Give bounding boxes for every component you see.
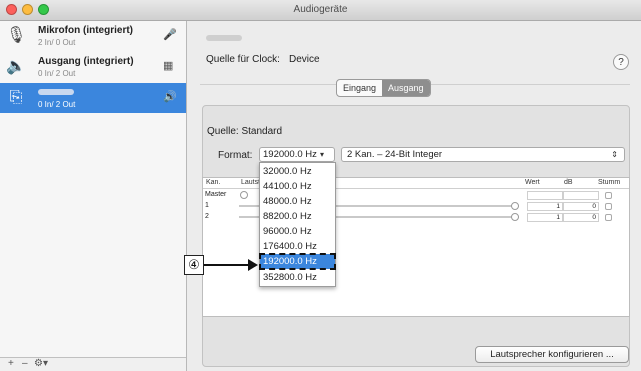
format-option[interactable]: 176400.0 Hz [260,239,335,254]
io-tabs: Eingang Ausgang [336,79,431,97]
callout-arrow-line [204,264,250,266]
device-name-redacted [38,89,74,95]
format-option[interactable]: 32000.0 Hz [260,164,335,179]
format-option[interactable]: 48000.0 Hz [260,194,335,209]
col-db: dB [564,179,573,186]
format-option[interactable]: 352800.0 Hz [260,270,335,285]
format-label: Format: [218,150,253,161]
microphone-icon: 🎙 [6,27,27,44]
remove-device-button[interactable]: – [22,358,28,369]
channel-1-mute-checkbox[interactable] [605,203,612,210]
col-kan: Kan. [206,179,221,186]
gear-icon[interactable]: ⚙▾ [34,358,48,369]
format-select[interactable]: 192000.0 Hz ▾ [259,147,335,162]
add-device-button[interactable]: + [8,358,14,369]
help-button[interactable]: ? [613,54,629,70]
volume-icon: 🔊 [163,91,177,103]
callout-arrow-icon [248,259,258,271]
master-mute-checkbox[interactable] [605,192,612,199]
clock-source-value[interactable]: Device [289,54,320,65]
usb-icon: ⎘ [9,89,23,106]
channel-format-select[interactable]: 2 Kan. – 24-Bit Integer ⇕ [341,147,625,162]
select-arrows-icon: ⇕ [611,150,618,159]
device-title-redacted [206,35,242,41]
title-bar: Audiogeräte [0,0,641,21]
master-db-field[interactable] [563,191,599,200]
format-option-selected[interactable]: 192000.0 Hz [259,253,336,270]
row-label: Master [205,191,227,198]
format-option[interactable]: 88200.0 Hz [260,209,335,224]
device-name: Mikrofon (integriert) [38,25,133,36]
device-item-microphone[interactable]: 🎙 Mikrofon (integriert) 2 In/ 0 Out 🎤 [0,21,186,51]
device-io: 0 In/ 2 Out [38,100,76,109]
callout-number: ④ [184,255,204,275]
row-label: 2 [205,213,209,220]
channel-2-mute-checkbox[interactable] [605,214,612,221]
microphone-small-icon: 🎤 [163,29,177,41]
tab-ausgang[interactable]: Ausgang [382,80,430,96]
device-item-usb[interactable]: ⎘ 0 In/ 2 Out 🔊 [0,83,186,113]
audio-devices-window: Audiogeräte 🎙 Mikrofon (integriert) 2 In… [0,0,641,371]
format-dropdown-menu: 32000.0 Hz 44100.0 Hz 48000.0 Hz 88200.0… [259,162,336,287]
channel-1-value-field[interactable]: 1 [527,202,563,211]
source-row: Quelle: Standard [207,126,282,137]
format-option[interactable]: 44100.0 Hz [260,179,335,194]
channel-1-db-field[interactable]: 0 [563,202,599,211]
col-lautstaerke: Lautst [241,179,261,186]
configure-speakers-button[interactable]: Lautsprecher konfigurieren ... [475,346,629,363]
master-value-field[interactable] [527,191,563,200]
col-stumm: Stumm [598,179,621,186]
window-title: Audiogeräte [293,4,348,15]
channel-format-value: 2 Kan. – 24-Bit Integer [347,149,443,160]
tab-eingang[interactable]: Eingang [337,80,382,96]
device-grid-icon: ▦ [163,60,174,72]
sidebar-toolbar: + – ⚙▾ [0,357,186,371]
speaker-icon: 🔈 [6,58,26,75]
col-wert: Wert [525,179,540,186]
channel-2-value-field[interactable]: 1 [527,213,563,222]
device-name: Ausgang (integriert) [38,56,134,67]
channel-2-knob[interactable] [511,213,519,221]
master-volume-knob[interactable] [240,191,248,199]
row-label: 1 [205,202,209,209]
device-list: 🎙 Mikrofon (integriert) 2 In/ 0 Out 🎤 🔈 … [0,21,187,371]
device-io: 2 In/ 0 Out [38,38,76,47]
format-option[interactable]: 96000.0 Hz [260,224,335,239]
source-value: Standard [241,126,283,137]
device-item-output[interactable]: 🔈 Ausgang (integriert) 0 In/ 2 Out ▦ [0,52,186,82]
channel-1-knob[interactable] [511,202,519,210]
format-value: 192000.0 Hz [263,149,317,160]
select-arrow-icon: ▾ [320,150,325,159]
device-io: 0 In/ 2 Out [38,69,76,78]
source-label: Quelle: [207,126,239,137]
channel-2-db-field[interactable]: 0 [563,213,599,222]
clock-source-label: Quelle für Clock: [206,54,280,65]
